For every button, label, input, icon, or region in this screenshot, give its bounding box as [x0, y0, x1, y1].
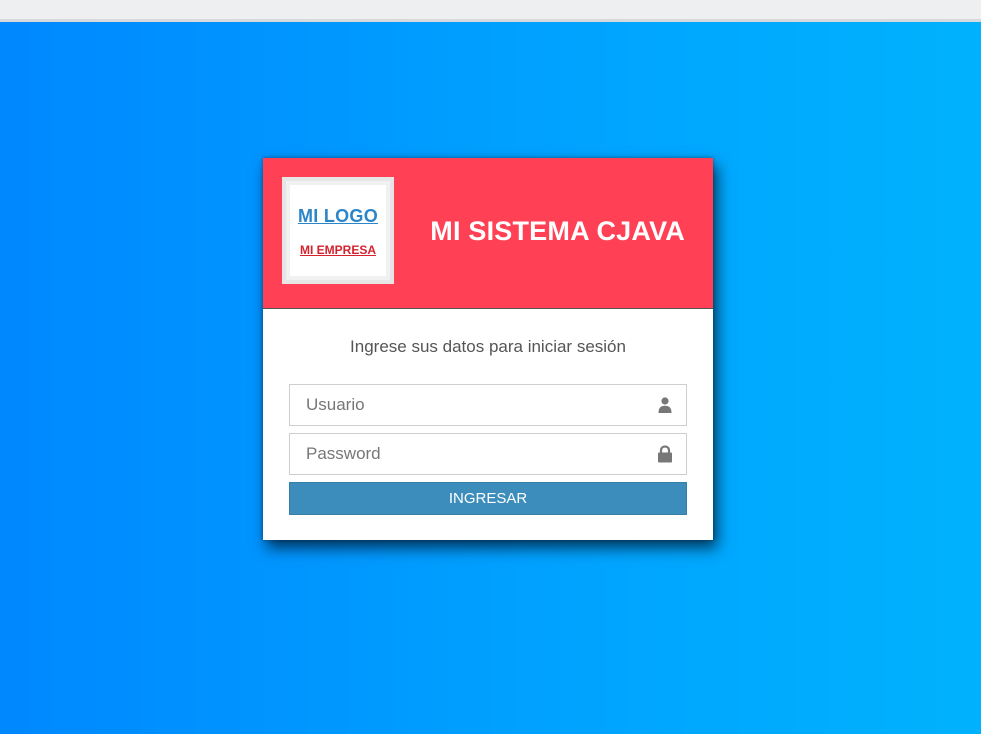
logo-canvas: MI LOGO MI EMPRESA — [290, 185, 386, 276]
system-title: MI SISTEMA CJAVA — [430, 216, 685, 246]
login-box: MI LOGO MI EMPRESA MI SISTEMA CJAVA Ingr… — [263, 158, 713, 540]
browser-toolbar-strip — [0, 0, 981, 22]
login-submit-button[interactable]: INGRESAR — [289, 482, 687, 515]
login-header: MI LOGO MI EMPRESA MI SISTEMA CJAVA — [263, 158, 713, 309]
company-logo: MI LOGO MI EMPRESA — [282, 177, 394, 284]
password-input[interactable] — [290, 434, 650, 474]
username-input[interactable] — [290, 385, 650, 425]
user-icon — [656, 396, 674, 414]
password-field[interactable] — [289, 433, 687, 475]
login-form: Ingrese sus datos para iniciar sesión IN… — [263, 309, 713, 540]
lock-icon — [656, 445, 674, 463]
login-message: Ingrese sus datos para iniciar sesión — [350, 337, 626, 356]
logo-main-text: MI LOGO — [297, 206, 379, 226]
username-field[interactable] — [289, 384, 687, 426]
logo-company-text: MI EMPRESA — [299, 243, 376, 257]
